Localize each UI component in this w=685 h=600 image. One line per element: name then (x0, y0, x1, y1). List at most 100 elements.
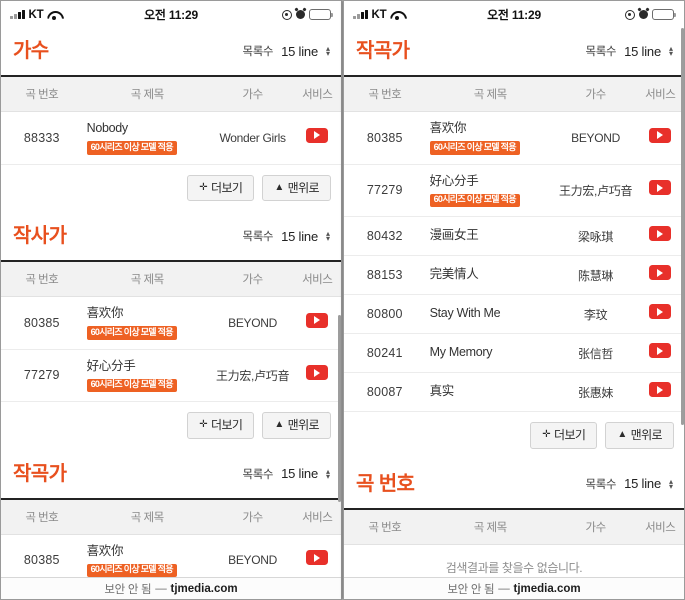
youtube-play-icon[interactable] (649, 180, 672, 196)
table-row[interactable]: 80385 喜欢你 60시리즈 이상 모델 적용 BEYOND (1, 296, 341, 350)
plus-icon: ✛ (542, 429, 551, 441)
table-row[interactable]: 80241 My Memory 张信哲 (344, 333, 684, 374)
more-button[interactable]: ✛ 더보기 (187, 412, 255, 439)
column-header-title: 곡 제목 (425, 77, 555, 112)
chevron-updown-icon: ▴ ▾ (325, 229, 330, 244)
model-support-badge: 60시리즈 이상 모델 적용 (429, 141, 520, 155)
table-row[interactable]: 88333 Nobody 60시리즈 이상 모델 적용 Wonder Girls (1, 111, 341, 165)
model-support-badge: 60시리즈 이상 모델 적용 (86, 563, 177, 578)
youtube-play-icon[interactable] (306, 127, 329, 143)
song-table: 곡 번호 곡 제목 가수 서비스 80385 喜欢你 60시리즈 이상 모델 적용 BEYON… (1, 499, 341, 579)
table-row[interactable]: 80800 Stay With Me 李玟 (344, 294, 684, 335)
status-left-group: KT (353, 9, 403, 21)
song-table: 곡 번호 곡 제목 가수 서비스 88333 Nobody 60시리즈 이상 모델 적용 Wo… (1, 77, 341, 165)
scroll-top-button-label: 맨위로 (630, 428, 663, 443)
battery-charging-icon: ⚡ (309, 9, 334, 20)
cell-song-number: 88333 (1, 111, 83, 165)
youtube-play-icon[interactable] (649, 382, 672, 398)
cell-artist: Wonder Girls (211, 111, 294, 165)
youtube-play-icon[interactable] (649, 343, 672, 359)
list-count-label: 목록수 (585, 478, 617, 491)
column-header-service: 서비스 (293, 262, 341, 298)
scroll-top-button[interactable]: ▲ 맨위로 (605, 422, 674, 449)
youtube-play-icon[interactable] (649, 265, 672, 281)
cell-artist: BEYOND (211, 534, 294, 579)
song-title-text: Stay With Me (429, 306, 501, 321)
location-icon (625, 9, 635, 20)
wifi-icon (390, 10, 403, 21)
column-header-title: 곡 제목 (82, 499, 212, 535)
model-support-badge: 60시리즈 이상 모델 적용 (86, 326, 177, 340)
page-content-right: 작곡가 목록수 15 line ▴ ▾ 곡 번호 곡 제목 가수 서비스 80385 喜欢你 60시리… (344, 28, 684, 579)
cell-song-number: 80241 (344, 333, 426, 374)
column-header-no: 곡 번호 (344, 509, 426, 545)
song-title-text: Nobody (86, 121, 129, 135)
browser-url-bar-left[interactable]: 보안 안 됨 — tjmedia.com (1, 577, 341, 599)
table-row[interactable]: 77279 好心分手 60시리즈 이상 모델 적용 王力宏,卢巧音 (344, 164, 684, 218)
column-header-no: 곡 번호 (344, 77, 426, 112)
list-count-selector[interactable]: 목록수 15 line ▴ ▾ (243, 228, 330, 244)
cell-song-title: My Memory (425, 333, 555, 374)
column-header-artist: 가수 (554, 77, 637, 112)
table-row[interactable]: 80385 喜欢你 60시리즈 이상 모델 적용 BEYOND (344, 111, 684, 165)
list-count-label: 목록수 (242, 46, 274, 58)
youtube-play-icon[interactable] (306, 365, 329, 381)
column-header-artist: 가수 (211, 262, 294, 298)
column-header-artist: 가수 (211, 499, 294, 535)
page-content-left: 가수 목록수 15 line ▴ ▾ 곡 번호 곡 제목 가수 서비스 88333 Nobody 60… (1, 28, 341, 579)
status-right-group: ⚡ (625, 9, 677, 20)
plus-icon: ✛ (199, 419, 208, 431)
youtube-play-icon[interactable] (649, 304, 672, 320)
browser-url-bar-right[interactable]: 보안 안 됨 — tjmedia.com (344, 577, 684, 599)
table-row[interactable]: 80087 真实 张惠妹 (344, 372, 684, 413)
url-domain: tjmedia.com (170, 582, 238, 595)
vertical-scrollbar-right[interactable] (681, 28, 684, 579)
song-title-text: 完美情人 (429, 267, 479, 282)
youtube-play-icon[interactable] (649, 127, 672, 143)
youtube-play-icon[interactable] (306, 550, 329, 566)
table-row[interactable]: 77279 好心分手 60시리즈 이상 모델 적용 王力宏,卢巧音 (1, 349, 341, 403)
page-viewport-left[interactable]: 가수 목록수 15 line ▴ ▾ 곡 번호 곡 제목 가수 서비스 88333 Nobody 60… (1, 28, 341, 579)
more-button[interactable]: ✛ 더보기 (187, 174, 255, 202)
list-count-selector[interactable]: 목록수 15 line ▴ ▾ (586, 43, 673, 59)
screenshot-stage: KT 오전 11:29 ⚡ 가수 목록수 15 line ▴ ▾ 곡 번호 곡 제목 가수 서비… (0, 0, 685, 600)
youtube-play-icon[interactable] (649, 226, 672, 242)
scroll-top-button[interactable]: ▲ 맨위로 (262, 174, 331, 202)
wifi-icon (47, 10, 60, 21)
alarm-icon (639, 10, 648, 19)
vertical-scrollbar-left[interactable] (338, 28, 341, 579)
column-header-no: 곡 번호 (1, 77, 83, 112)
list-count-selector[interactable]: 목록수 15 line ▴ ▾ (243, 466, 330, 482)
more-button[interactable]: ✛ 더보기 (530, 422, 598, 449)
page-viewport-right[interactable]: 작곡가 목록수 15 line ▴ ▾ 곡 번호 곡 제목 가수 서비스 80385 喜欢你 60시리… (344, 28, 684, 579)
empty-result-text: 검색결과를 찾을수 없습니다. (344, 544, 684, 579)
song-table: 곡 번호 곡 제목 가수 서비스 검색결과를 찾을수 없습니다. (344, 509, 684, 579)
cell-service (636, 111, 684, 165)
cell-artist: 张信哲 (554, 333, 637, 374)
section-title: 곡 번호 (356, 472, 415, 495)
table-row[interactable]: 80385 喜欢你 60시리즈 이상 모델 적용 BEYOND (1, 534, 341, 579)
cell-song-number: 80800 (344, 294, 426, 335)
caret-up-icon: ▲ (617, 429, 627, 441)
youtube-play-icon[interactable] (306, 312, 329, 328)
table-row[interactable]: 80432 漫画女王 梁咏琪 (344, 216, 684, 257)
table-row[interactable]: 88153 完美情人 陈慧琳 (344, 255, 684, 296)
status-bar-left: KT 오전 11:29 ⚡ (1, 1, 341, 28)
model-support-badge: 60시리즈 이상 모델 적용 (86, 141, 177, 155)
column-header-title: 곡 제목 (82, 262, 212, 298)
list-count-label: 목록수 (242, 468, 274, 481)
column-header-title: 곡 제목 (82, 77, 212, 112)
list-count-label: 목록수 (585, 46, 617, 58)
section-actions: ✛ 더보기 ▲ 맨위로 (344, 412, 684, 461)
section-title: 작곡가 (13, 462, 67, 485)
cell-service (636, 333, 684, 374)
section-header: 곡 번호 목록수 15 line ▴ ▾ (344, 460, 684, 510)
list-count-selector[interactable]: 목록수 15 line ▴ ▾ (243, 43, 330, 59)
status-bar-right: KT 오전 11:29 ⚡ (344, 1, 684, 28)
empty-result-row: 검색결과를 찾을수 없습니다. (344, 544, 684, 579)
cell-service (636, 216, 684, 257)
list-count-selector[interactable]: 목록수 15 line ▴ ▾ (586, 476, 673, 492)
list-count-label: 목록수 (242, 231, 274, 244)
scroll-top-button[interactable]: ▲ 맨위로 (262, 412, 331, 439)
song-title-text: My Memory (429, 345, 493, 360)
